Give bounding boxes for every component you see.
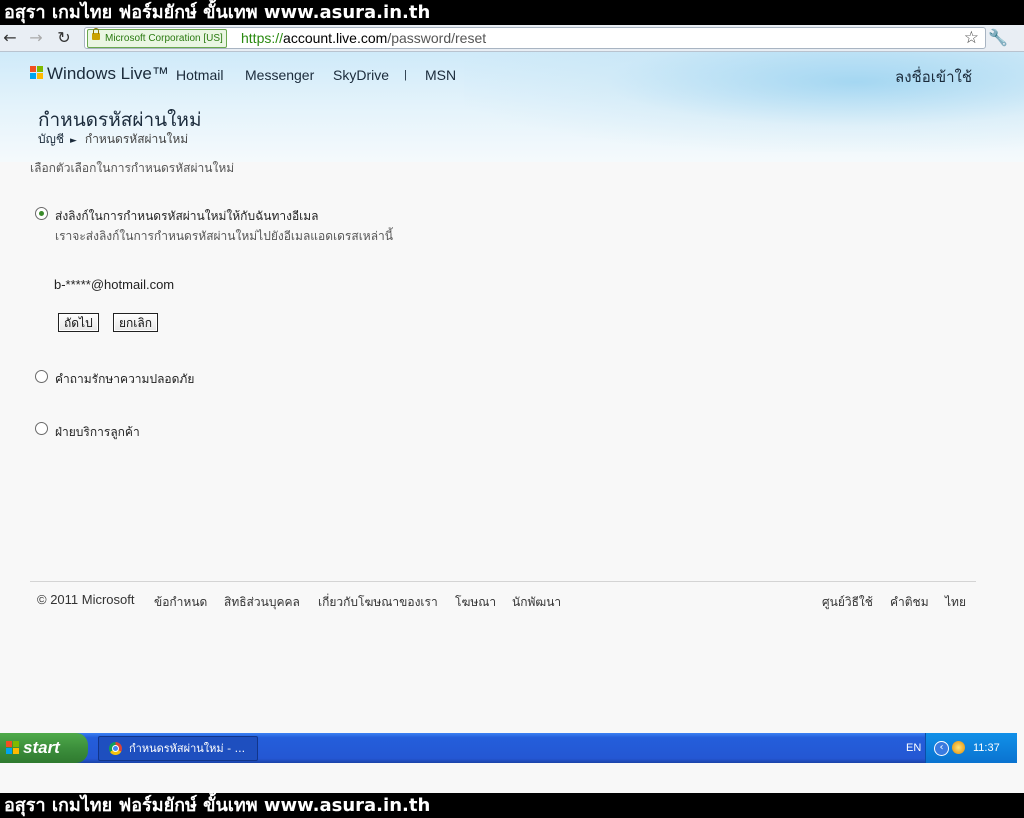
top-watermark-banner: อสุรา เกมไทย ฟอร์มยักษ์ ขั้นเทพ www.asur… (0, 0, 1024, 25)
breadcrumb-account-link[interactable]: บัญชี (38, 132, 64, 146)
forward-arrow-icon[interactable]: → (26, 28, 46, 48)
system-tray: ‹ (925, 733, 1017, 763)
chrome-icon (109, 742, 122, 755)
footer-copyright: © 2011 Microsoft (37, 592, 135, 607)
windows-flag-icon (30, 66, 44, 80)
radio-email-link[interactable] (35, 207, 48, 220)
nav-link-messenger[interactable]: Messenger (245, 67, 314, 83)
logo-text: Windows Live™ (47, 64, 169, 83)
nav-divider: | (404, 69, 407, 81)
ev-label: Microsoft Corporation [US] (105, 33, 223, 44)
start-label: start (23, 738, 60, 757)
cancel-button[interactable]: ยกเลิก (113, 313, 159, 332)
browser-toolbar: ← → ↻ Microsoft Corporation [US] https:/… (0, 25, 1024, 52)
breadcrumb-current: กำหนดรหัสผ่านใหม่ (84, 132, 189, 146)
breadcrumb-separator-icon: ► (70, 136, 77, 146)
footer-link-about-ads[interactable]: เกี่ยวกับโฆษณาของเรา (318, 593, 438, 612)
url-path: /password/reset (387, 30, 487, 46)
bottom-watermark-banner: อสุรา เกมไทย ฟอร์มยักษ์ ขั้นเทพ www.asur… (0, 793, 1024, 818)
sign-in-link[interactable]: ลงชื่อเข้าใช้ (895, 65, 972, 89)
windows-live-logo[interactable]: Windows Live™ (30, 64, 169, 84)
clock: 11:37 (973, 742, 1000, 754)
footer-divider (30, 581, 976, 582)
nav-link-skydrive[interactable]: SkyDrive (333, 67, 389, 83)
nav-link-msn[interactable]: MSN (425, 67, 456, 83)
taskbar-window-title: กำหนดรหัสผ่านใหม่ - ... (129, 742, 246, 755)
bookmark-star-icon[interactable]: ☆ (964, 28, 979, 48)
breadcrumb: บัญชี ► กำหนดรหัสผ่านใหม่ (38, 130, 188, 149)
wrench-icon[interactable]: 🔧 (988, 28, 1008, 47)
url-host: account.live.com (283, 30, 388, 46)
windows-flag-icon (6, 741, 20, 755)
option-customer-service-label[interactable]: ฝ่ายบริการลูกค้า (55, 423, 140, 442)
url-text[interactable]: https://account.live.com/password/reset (241, 28, 486, 48)
radio-security-question[interactable] (35, 370, 48, 383)
next-button[interactable]: ถัดไป (58, 313, 99, 332)
footer-link-privacy[interactable]: สิทธิส่วนบุคคล (224, 593, 300, 612)
ev-certificate-badge[interactable]: Microsoft Corporation [US] (87, 28, 227, 48)
address-bar[interactable]: Microsoft Corporation [US] https://accou… (84, 27, 986, 49)
intro-text: เลือกตัวเลือกในการกำหนดรหัสผ่านใหม่ (30, 161, 235, 175)
language-indicator[interactable]: EN (906, 733, 921, 763)
radio-customer-service[interactable] (35, 422, 48, 435)
lock-icon (92, 28, 100, 40)
reload-icon[interactable]: ↻ (54, 28, 74, 48)
option-email-description: เราจะส่งลิงก์ในการกำหนดรหัสผ่านใหม่ไปยัง… (55, 229, 393, 243)
nav-link-hotmail[interactable]: Hotmail (176, 67, 223, 83)
start-button[interactable]: start (0, 733, 88, 763)
option-email-label[interactable]: ส่งลิงก์ในการกำหนดรหัสผ่านใหม่ให้กับฉันท… (55, 207, 319, 226)
show-hidden-icons-chevron-icon[interactable]: ‹ (934, 741, 949, 756)
back-arrow-icon[interactable]: ← (0, 28, 20, 48)
masked-email-address: b-*****@hotmail.com (54, 277, 175, 292)
footer-link-help-center[interactable]: ศูนย์วิธีใช้ (822, 593, 873, 612)
footer-link-terms[interactable]: ข้อกำหนด (154, 593, 207, 612)
footer-link-feedback[interactable]: คำติชม (890, 593, 929, 612)
tray-app-icon[interactable] (952, 741, 965, 754)
url-protocol: https:// (241, 30, 284, 46)
taskbar-window-button[interactable]: กำหนดรหัสผ่านใหม่ - ... (98, 736, 258, 761)
windows-taskbar: start กำหนดรหัสผ่านใหม่ - ... EN ‹ 11:37 (0, 733, 1017, 763)
footer-link-language[interactable]: ไทย (945, 593, 966, 612)
footer-link-advertise[interactable]: โฆษณา (455, 593, 496, 612)
option-security-question-label[interactable]: คำถามรักษาความปลอดภัย (55, 370, 194, 389)
footer-link-developers[interactable]: นักพัฒนา (512, 593, 561, 612)
